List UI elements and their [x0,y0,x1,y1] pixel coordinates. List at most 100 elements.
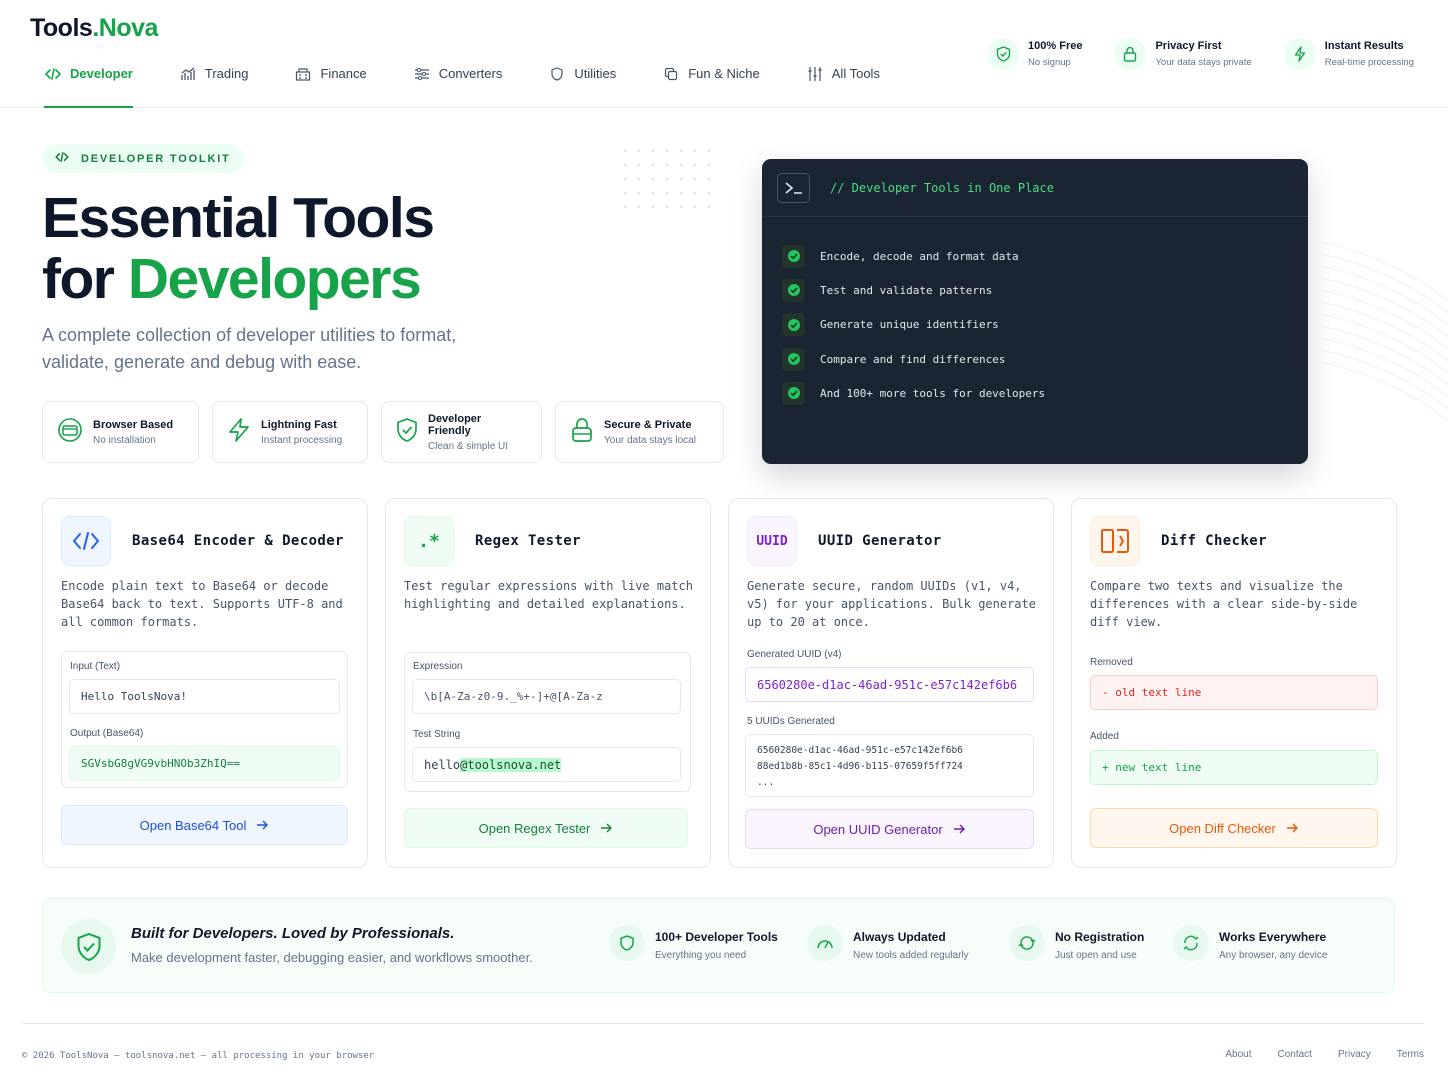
card-diff: Diff Checker Compare two texts and visua… [1071,498,1397,868]
stat-updated: Always Updated New tools added regularly [807,925,1009,961]
shield-icon [548,66,566,82]
generated-uuid-field[interactable]: 6560280e-d1ac-46ad-951c-e57c142ef6b6 [745,667,1034,702]
nav-trading[interactable]: Trading [179,58,248,108]
footer-link-contact[interactable]: Contact [1278,1049,1312,1060]
gauge-icon [807,925,843,961]
terminal-list: Encode, decode and format data Test and … [762,217,1308,410]
logo-accent: Nova [98,14,159,42]
nav-finance[interactable]: Finance [294,58,367,108]
shield-check-icon [396,417,418,448]
stat-sub: New tools added regularly [853,950,969,961]
banner-stats: 100+ Developer Tools Everything you need… [609,925,1343,961]
terminal-item: Encode, decode and format data [782,239,1308,273]
promo-banner: Built for Developers. Loved by Professio… [42,898,1395,993]
uuid-list[interactable]: 6560280e-d1ac-46ad-951c-e57c142ef6b6 88e… [745,734,1034,797]
terminal-icon [777,172,810,203]
footer-link-terms[interactable]: Terms [1397,1049,1424,1060]
footer-link-privacy[interactable]: Privacy [1338,1049,1371,1060]
removed-label: Removed [1090,657,1133,668]
nav-label: Developer [70,66,133,81]
bank-icon [294,66,312,82]
regex-test-input[interactable]: hello @toolsnova.net [412,747,681,782]
open-diff-button[interactable]: Open Diff Checker [1090,808,1378,848]
stat-works-everywhere: Works Everywhere Any browser, any device [1173,925,1343,961]
card-description: Compare two texts and visualize the diff… [1090,579,1358,629]
decorative-arcs [1310,240,1448,460]
nav-utilities[interactable]: Utilities [548,58,616,108]
footer-links: About Contact Privacy Terms [1225,1049,1424,1060]
base64-input[interactable]: Hello ToolsNova! [69,679,340,714]
logo[interactable]: Tools.Nova [30,14,158,43]
logo-text: Tools [30,14,93,42]
perk-title: 100% Free [1028,40,1083,52]
chart-icon [179,66,197,82]
open-base64-button[interactable]: Open Base64 Tool [61,805,348,845]
hero-badge: DEVELOPER TOOLKIT [42,144,244,173]
regex-preview: Expression \b[A-Za-z0-9._%+-]+@[A-Za-z T… [404,652,691,792]
terminal-title: // Developer Tools in One Place [830,180,1054,195]
refresh-icon [1009,925,1045,961]
removed-line: - old text line [1090,675,1378,710]
title-accent: Developers [127,247,422,311]
perk-free: 100% Free No signup [987,38,1082,70]
perk-privacy: Privacy First Your data stays private [1114,38,1252,70]
page-title: Essential Tools for Developers [42,188,435,311]
feature-sub: Clean & simple UI [428,440,509,452]
nav-label: Finance [320,66,367,81]
stat-title: Works Everywhere [1219,930,1327,944]
feature-sub: Instant processing [261,434,343,446]
main-nav: Developer Trading Finance Converters Uti… [44,58,926,108]
hero-subtitle: A complete collection of developer utili… [42,325,457,372]
terminal-item: Generate unique identifiers [782,308,1308,342]
card-description: Generate secure, random UUIDs (v1, v4, v… [747,579,1036,629]
stat-sub: Everything you need [655,950,747,961]
footer-link-about[interactable]: About [1225,1049,1251,1060]
terminal-header: // Developer Tools in One Place [762,159,1308,217]
lock-icon [570,417,594,448]
tools-icon [806,66,824,82]
stat-title: No Registration [1055,930,1145,944]
nav-label: Converters [438,66,503,81]
regex-icon-glyph: .* [418,530,440,552]
feature-sub: No installation [93,434,156,446]
regex-expression-input[interactable]: \b[A-Za-z0-9._%+-]+@[A-Za-z [412,679,681,714]
nav-all-tools[interactable]: All Tools [806,58,880,108]
base64-output[interactable]: SGVsbG8gVG9vbHNOb3ZhIQ== [69,746,340,781]
nav-converters[interactable]: Converters [413,58,503,108]
feature-title: Lightning Fast [261,418,337,431]
feature-title: Browser Based [93,418,174,431]
feature-title: Secure & Private [604,418,692,431]
sliders-icon [413,66,431,82]
check-icon [782,347,805,371]
check-icon [782,244,805,268]
open-uuid-button[interactable]: Open UUID Generator [745,809,1034,849]
perk-title: Privacy First [1155,40,1222,52]
card-title: Regex Tester [475,533,581,549]
browser-icon [57,417,83,448]
decorative-dots [618,144,718,216]
perk-instant: Instant Results Real-time processing [1283,38,1414,70]
generated-label: Generated UUID (v4) [747,649,842,660]
perk-sub: No signup [1028,57,1071,68]
stat-tools: 100+ Developer Tools Everything you need [609,925,807,961]
arrow-right-icon [256,818,269,833]
button-label: Open Regex Tester [478,820,591,836]
feature-fast: Lightning Fast Instant processing [212,401,368,463]
stat-title: 100+ Developer Tools [655,930,778,944]
nav-developer[interactable]: Developer [44,58,133,108]
arrow-right-icon [953,822,966,837]
terminal-item: Test and validate patterns [782,273,1308,307]
header-perks: 100% Free No signup Privacy First Your d… [987,38,1414,70]
open-regex-button[interactable]: Open Regex Tester [404,808,688,848]
check-icon [782,313,805,337]
bolt-icon [1283,38,1316,70]
nav-fun-niche[interactable]: Fun & Niche [662,58,760,108]
feature-row: Browser Based No installation Lightning … [42,401,724,463]
feature-sub: Your data stays local [604,434,696,446]
title-line2: for [42,247,128,311]
nav-label: Fun & Niche [688,66,760,81]
regex-match-highlight: @toolsnova.net [460,757,562,772]
shield-check-icon [61,919,116,974]
perk-sub: Real-time processing [1324,57,1414,68]
terminal-item: And 100+ more tools for developers [782,376,1308,410]
